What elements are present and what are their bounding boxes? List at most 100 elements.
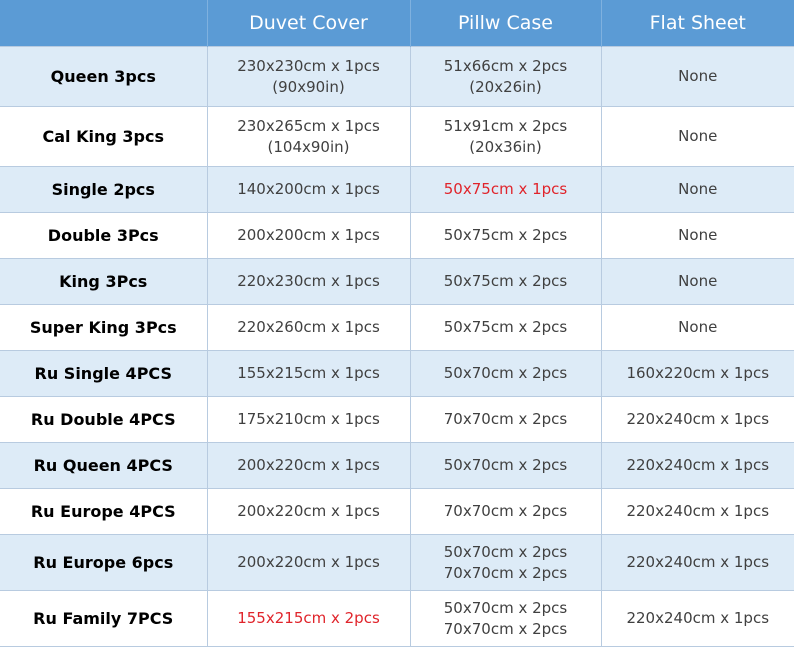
flat-sheet-cell: None (600, 304, 794, 351)
table-row: Single 2pcs 140x200cm x 1pcs 50x75cm x 1pc… (0, 166, 794, 213)
pillow-case-cell-line: 50x75cm x 1pcs (443, 180, 568, 198)
pillow-case-cell: 50x70cm x 2pcs (409, 442, 602, 489)
flat-sheet-cell: 220x240cm x 1pcs (600, 396, 794, 443)
table-row: Queen 3pcs 230x230cm x 1pcs (90x90in) 51x66… (0, 46, 794, 107)
duvet-cover-cell: 200x220cm x 1pcs (206, 534, 411, 591)
pillow-case-cell: 50x70cm x 2pcs 70x70cm x 2pcs (409, 534, 602, 591)
duvet-cover-cell-line: 140x200cm x 1pcs (237, 180, 380, 198)
duvet-cover-cell-line: 200x220cm x 1pcs (237, 502, 380, 520)
table-row: Ru Europe 4PCS 200x220cm x 1pcs 70x70cm x … (0, 488, 794, 535)
pillow-case-cell: 50x70cm x 2pcs (409, 350, 602, 397)
duvet-cover-cell: 155x215cm x 1pcs (206, 350, 411, 397)
table-row: Cal King 3pcs 230x265cm x 1pcs (104x90in) 5… (0, 106, 794, 167)
duvet-cover-cell: 230x265cm x 1pcs (104x90in) (206, 106, 411, 167)
header-flat-sheet: Flat Sheet (601, 0, 794, 47)
pillow-case-cell: 50x75cm x 2pcs (409, 304, 602, 351)
flat-sheet-cell-line: 160x220cm x 1pcs (626, 364, 770, 382)
size-cell: Double 3Pcs (0, 212, 208, 259)
table-row: Ru Double 4PCS 175x210cm x 1pcs 70x70cm x … (0, 396, 794, 443)
flat-sheet-cell: 220x240cm x 1pcs (600, 590, 794, 647)
duvet-cover-cell-line: 200x200cm x 1pcs (237, 226, 380, 244)
table-row: Ru Queen 4PCS 200x220cm x 1pcs 50x70cm x 2… (0, 442, 794, 489)
pillow-case-cell-line: 70x70cm x 2pcs (443, 563, 568, 582)
duvet-cover-cell-line: 200x220cm x 1pcs (237, 456, 380, 474)
pillow-case-cell-line: 70x70cm x 2pcs (443, 410, 568, 428)
flat-sheet-cell: None (600, 166, 794, 213)
duvet-cover-cell-line: 200x220cm x 1pcs (237, 553, 380, 571)
flat-sheet-cell: None (600, 258, 794, 305)
pillow-case-cell-line: 50x70cm x 2pcs (443, 456, 568, 474)
pillow-case-cell-line: 50x75cm x 2pcs (443, 226, 568, 244)
pillow-case-cell: 70x70cm x 2pcs (409, 396, 602, 443)
size-cell: Cal King 3pcs (0, 106, 208, 167)
pillow-case-cell-line: 70x70cm x 2pcs (443, 619, 568, 638)
flat-sheet-cell-line: None (678, 272, 718, 290)
duvet-cover-cell: 140x200cm x 1pcs (206, 166, 411, 213)
duvet-cover-cell-line: (90x90in) (272, 77, 345, 96)
pillow-case-cell: 50x75cm x 2pcs (409, 258, 602, 305)
pillow-case-cell-line: 51x66cm x 2pcs (443, 56, 568, 75)
header-pillow-case: Pillw Case (410, 0, 602, 47)
duvet-cover-cell-line: 175x210cm x 1pcs (237, 410, 380, 428)
duvet-cover-cell: 200x220cm x 1pcs (206, 442, 411, 489)
size-cell: Single 2pcs (0, 166, 208, 213)
pillow-case-cell-line: 50x75cm x 2pcs (443, 272, 568, 290)
table-row: King 3Pcs 220x230cm x 1pcs 50x75cm x 2pcs N… (0, 258, 794, 305)
duvet-cover-cell: 200x220cm x 1pcs (206, 488, 411, 535)
flat-sheet-cell: 160x220cm x 1pcs (600, 350, 794, 397)
duvet-cover-cell-line: 155x215cm x 2pcs (237, 609, 380, 627)
table-row: Ru Family 7PCS 155x215cm x 2pcs 50x70cm x … (0, 590, 794, 647)
flat-sheet-cell-line: None (678, 226, 718, 244)
size-cell: Ru Family 7PCS (0, 590, 208, 647)
duvet-cover-cell-line: 230x265cm x 1pcs (237, 116, 380, 135)
pillow-case-cell-line: 50x70cm x 2pcs (443, 364, 568, 382)
size-cell: Ru Europe 6pcs (0, 534, 208, 591)
pillow-case-cell-line: 70x70cm x 2pcs (443, 502, 568, 520)
flat-sheet-cell-line: 220x240cm x 1pcs (626, 502, 770, 520)
pillow-case-cell: 50x75cm x 2pcs (409, 212, 602, 259)
size-cell: Ru Europe 4PCS (0, 488, 208, 535)
size-cell: Ru Single 4PCS (0, 350, 208, 397)
pillow-case-cell-line: (20x26in) (469, 77, 542, 96)
pillow-case-cell: 50x75cm x 1pcs (409, 166, 602, 213)
duvet-cover-cell: 200x200cm x 1pcs (206, 212, 411, 259)
header-size (0, 0, 208, 47)
duvet-cover-cell: 220x260cm x 1pcs (206, 304, 411, 351)
flat-sheet-cell-line: 220x240cm x 1pcs (626, 456, 770, 474)
size-chart-table: Duvet Cover Pillw Case Flat Sheet Queen … (0, 0, 794, 647)
duvet-cover-cell: 220x230cm x 1pcs (206, 258, 411, 305)
flat-sheet-cell: None (600, 212, 794, 259)
duvet-cover-cell-line: 220x260cm x 1pcs (237, 318, 380, 336)
table-row: Ru Single 4PCS 155x215cm x 1pcs 50x70cm x … (0, 350, 794, 397)
duvet-cover-cell-line: 230x230cm x 1pcs (237, 56, 380, 75)
pillow-case-cell-line: (20x36in) (469, 137, 542, 156)
flat-sheet-cell: 220x240cm x 1pcs (600, 488, 794, 535)
flat-sheet-cell-line: None (678, 67, 718, 85)
pillow-case-cell: 50x70cm x 2pcs 70x70cm x 2pcs (409, 590, 602, 647)
table-body: Queen 3pcs 230x230cm x 1pcs (90x90in) 51x66… (0, 46, 794, 647)
flat-sheet-cell-line: 220x240cm x 1pcs (626, 553, 770, 571)
duvet-cover-cell: 175x210cm x 1pcs (206, 396, 411, 443)
pillow-case-cell-line: 51x91cm x 2pcs (443, 116, 568, 135)
size-cell: Ru Double 4PCS (0, 396, 208, 443)
flat-sheet-cell-line: None (678, 180, 718, 198)
size-cell: Super King 3Pcs (0, 304, 208, 351)
flat-sheet-cell: None (600, 106, 794, 167)
flat-sheet-cell-line: None (678, 318, 718, 336)
size-cell: King 3Pcs (0, 258, 208, 305)
size-cell: Ru Queen 4PCS (0, 442, 208, 489)
header-duvet-cover: Duvet Cover (207, 0, 411, 47)
flat-sheet-cell-line: 220x240cm x 1pcs (626, 609, 770, 627)
flat-sheet-cell-line: 220x240cm x 1pcs (626, 410, 770, 428)
size-cell: Queen 3pcs (0, 46, 208, 107)
pillow-case-cell: 51x91cm x 2pcs (20x36in) (409, 106, 602, 167)
table-row: Super King 3Pcs 220x260cm x 1pcs 50x75cm x… (0, 304, 794, 351)
duvet-cover-cell-line: 155x215cm x 1pcs (237, 364, 380, 382)
flat-sheet-cell: 220x240cm x 1pcs (600, 442, 794, 489)
header-row: Duvet Cover Pillw Case Flat Sheet (0, 0, 794, 47)
pillow-case-cell: 51x66cm x 2pcs (20x26in) (409, 46, 602, 107)
duvet-cover-cell-line: 220x230cm x 1pcs (237, 272, 380, 290)
pillow-case-cell-line: 50x70cm x 2pcs (443, 598, 568, 617)
pillow-case-cell: 70x70cm x 2pcs (409, 488, 602, 535)
pillow-case-cell-line: 50x70cm x 2pcs (443, 542, 568, 561)
